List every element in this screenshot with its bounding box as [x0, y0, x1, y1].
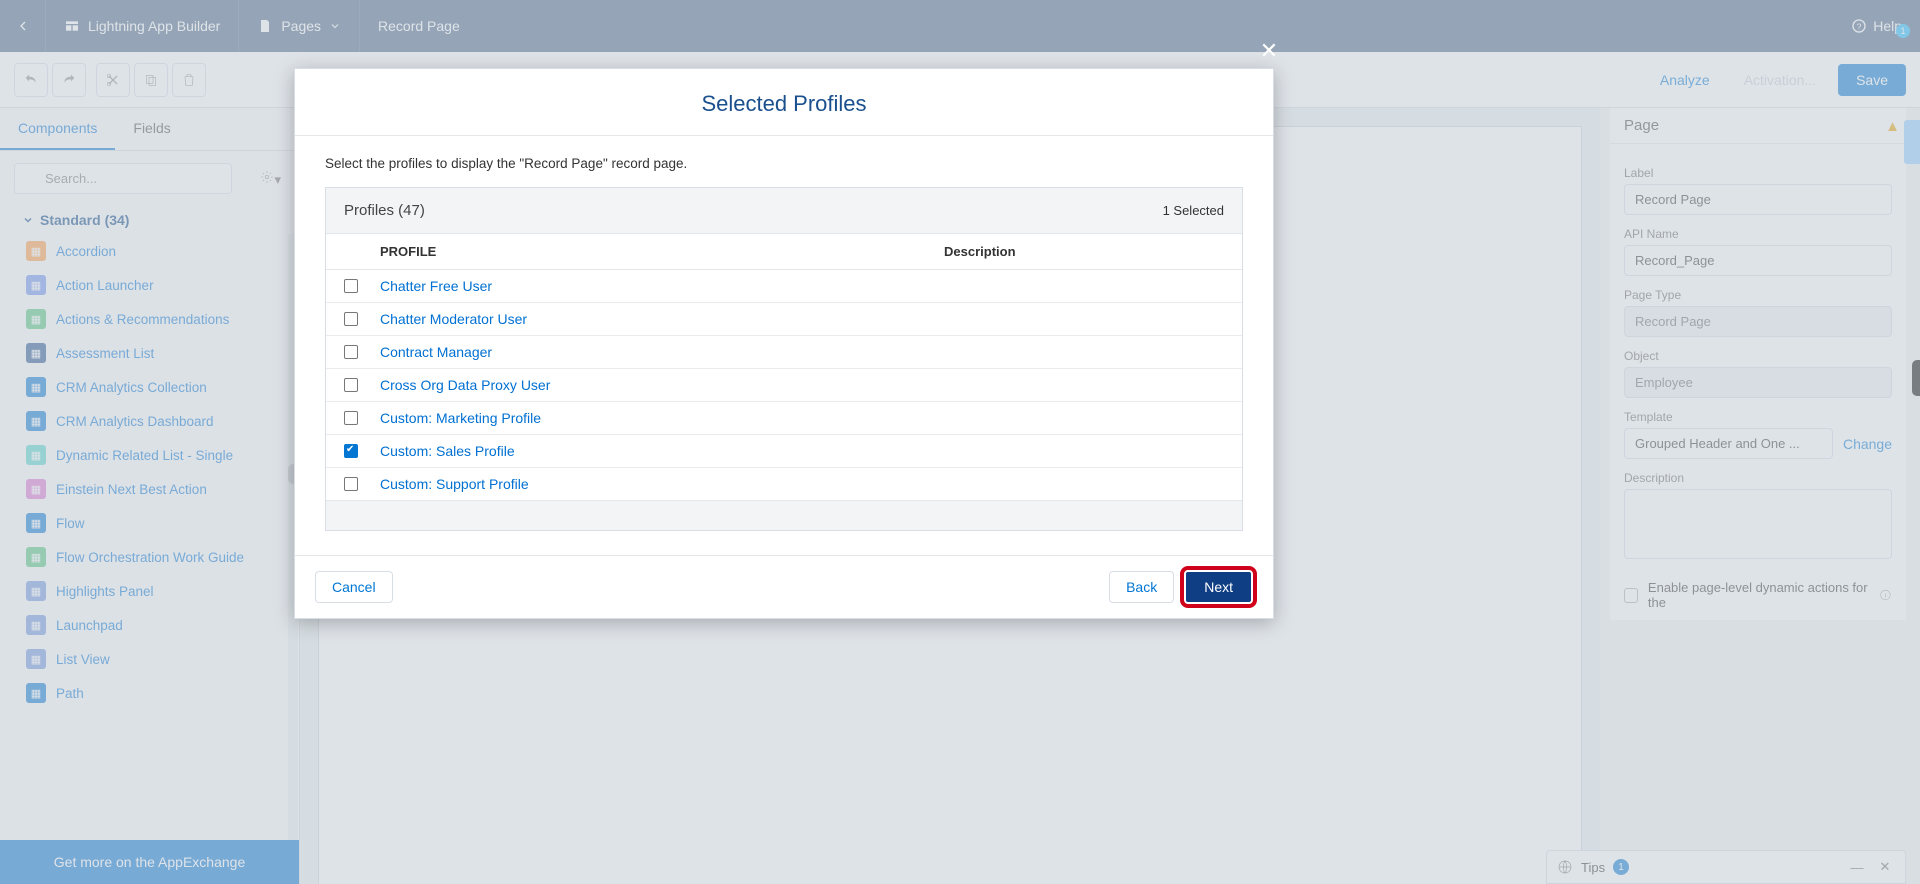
modal-close-button[interactable]: ✕	[1255, 37, 1283, 65]
profile-row[interactable]: Contract Manager	[326, 336, 1242, 369]
profile-name: Custom: Support Profile	[380, 476, 964, 492]
next-button[interactable]: Next	[1184, 570, 1253, 604]
profile-checkbox[interactable]	[344, 312, 358, 326]
profile-checkbox[interactable]	[344, 378, 358, 392]
profile-row[interactable]: Cross Org Data Proxy User	[326, 369, 1242, 402]
profile-row[interactable]: Custom: Support Profile	[326, 468, 1242, 500]
profile-checkbox[interactable]	[344, 477, 358, 491]
profile-name: Contract Manager	[380, 344, 964, 360]
col-profile: PROFILE	[380, 244, 944, 259]
modal-instruction: Select the profiles to display the "Reco…	[295, 136, 1273, 179]
profile-name: Chatter Moderator User	[380, 311, 964, 327]
profile-checkbox[interactable]	[344, 411, 358, 425]
profile-row[interactable]: Chatter Moderator User	[326, 303, 1242, 336]
profile-checkbox[interactable]	[344, 279, 358, 293]
profile-name: Custom: Marketing Profile	[380, 410, 964, 426]
back-button[interactable]: Back	[1109, 571, 1174, 603]
profile-name: Custom: Sales Profile	[380, 443, 964, 459]
profile-checkbox[interactable]	[344, 444, 358, 458]
profile-row[interactable]: Chatter Free User	[326, 270, 1242, 303]
profiles-panel: Profiles (47) 1 Selected PROFILE Descrip…	[325, 187, 1243, 531]
col-description: Description	[944, 244, 1224, 259]
cancel-button[interactable]: Cancel	[315, 571, 393, 603]
profile-row[interactable]: Custom: Marketing Profile	[326, 402, 1242, 435]
profile-name: Cross Org Data Proxy User	[380, 377, 964, 393]
profile-row[interactable]: Custom: Sales Profile	[326, 435, 1242, 468]
profiles-header-label: Profiles (47)	[344, 202, 425, 219]
profiles-list[interactable]: Chatter Free User Chatter Moderator User C…	[326, 270, 1242, 500]
profile-name: Chatter Free User	[380, 278, 964, 294]
modal-title: Selected Profiles	[295, 91, 1273, 117]
profile-checkbox[interactable]	[344, 345, 358, 359]
profiles-selected-count: 1 Selected	[1163, 203, 1224, 218]
selected-profiles-modal: ✕ Selected Profiles Select the profiles …	[294, 68, 1274, 619]
